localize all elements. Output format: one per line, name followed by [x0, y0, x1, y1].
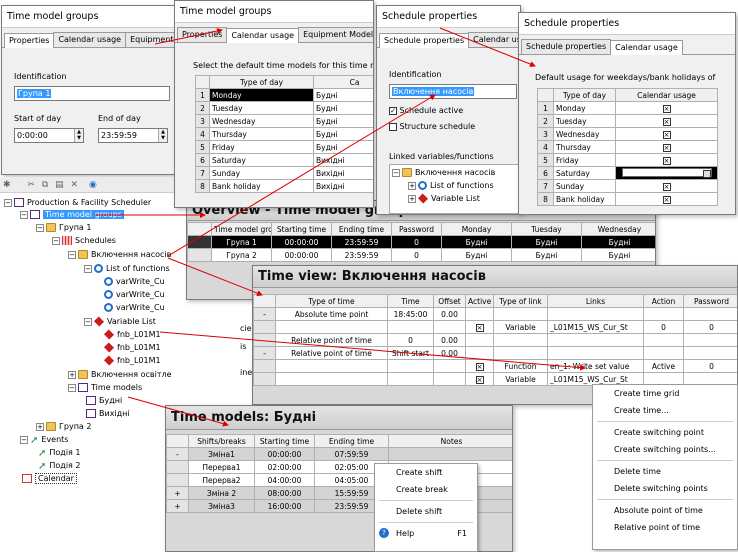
arrow-schedule-to-timeview	[167, 257, 263, 296]
arrow-schedule-to-properties	[167, 94, 436, 257]
annotation-arrows	[95, 27, 586, 427]
arrow-fnb-to-links	[159, 331, 586, 371]
arrow-model-to-timemodels	[127, 396, 229, 427]
arrow-calendar-to-schedule	[439, 27, 536, 67]
arrow-groups-to-calendar	[154, 28, 223, 45]
